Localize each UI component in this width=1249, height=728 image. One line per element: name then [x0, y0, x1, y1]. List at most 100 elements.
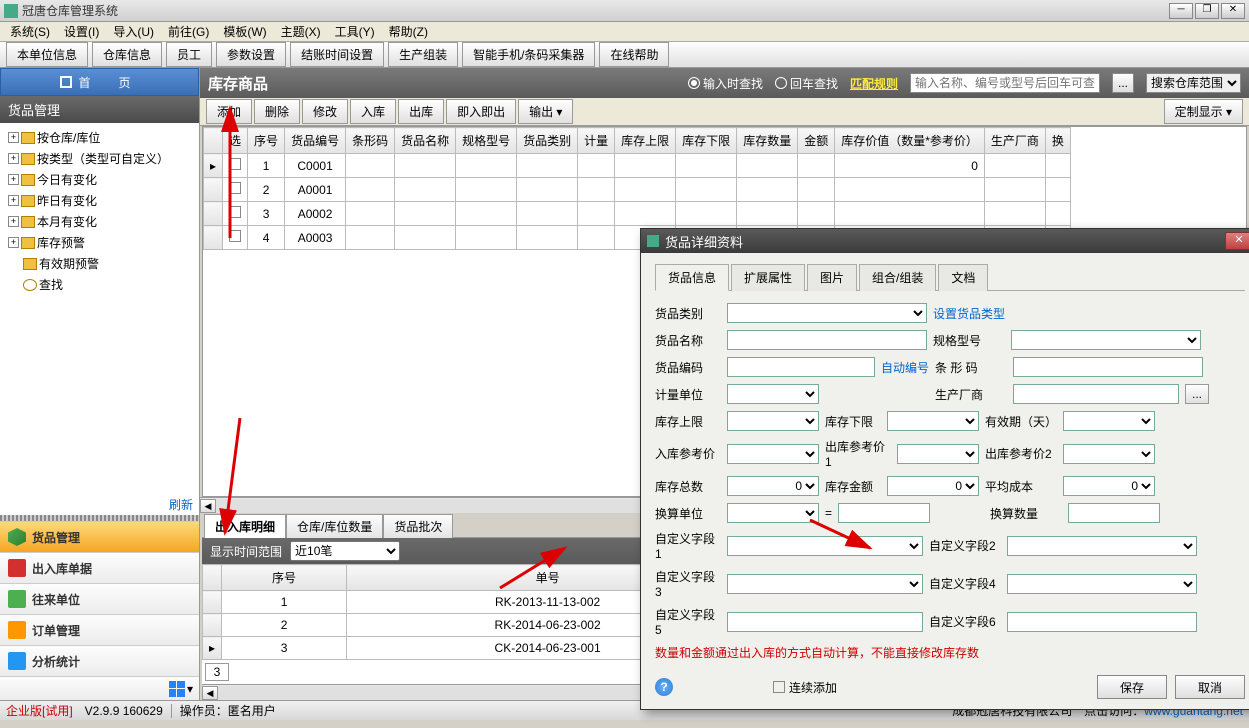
- col-header[interactable]: 货品名称: [395, 128, 456, 154]
- detail-tab[interactable]: 货品批次: [383, 514, 453, 538]
- col-header[interactable]: 库存上限: [615, 128, 676, 154]
- nav-truck[interactable]: 出入库单据: [0, 552, 199, 583]
- dialog-tab[interactable]: 扩展属性: [731, 264, 805, 291]
- nav-order[interactable]: 订单管理: [0, 614, 199, 645]
- dialog-titlebar[interactable]: 货品详细资料 ✕: [641, 229, 1249, 253]
- toolbar-button[interactable]: 参数设置: [216, 42, 286, 67]
- col-header[interactable]: 库存价值（数量*参考价）: [835, 128, 985, 154]
- col-header[interactable]: 货品编号: [285, 128, 346, 154]
- custom-display-button[interactable]: 定制显示 ▾: [1164, 99, 1243, 124]
- action-出库[interactable]: 出库: [398, 99, 444, 124]
- close-button[interactable]: ✕: [1221, 3, 1245, 19]
- menu-item[interactable]: 系统(S): [4, 21, 56, 42]
- col-header[interactable]: 换: [1045, 128, 1070, 154]
- nav-stats[interactable]: 分析统计: [0, 645, 199, 676]
- help-icon[interactable]: ?: [655, 678, 673, 696]
- dialog-tab[interactable]: 货品信息: [655, 264, 729, 291]
- page-indicator[interactable]: 3: [205, 663, 229, 681]
- col-header[interactable]: 货品类别: [517, 128, 578, 154]
- action-入库[interactable]: 入库: [350, 99, 396, 124]
- range-select[interactable]: 近10笔: [290, 541, 400, 561]
- save-button[interactable]: 保存: [1097, 675, 1167, 699]
- search-on-enter-radio[interactable]: 回车查找: [775, 75, 838, 92]
- category-select[interactable]: [727, 303, 927, 323]
- action-删除[interactable]: 删除: [254, 99, 300, 124]
- menu-item[interactable]: 主题(X): [275, 21, 327, 42]
- menu-item[interactable]: 帮助(Z): [383, 21, 434, 42]
- col-header[interactable]: 序号: [248, 128, 285, 154]
- col-header[interactable]: 生产厂商: [984, 128, 1045, 154]
- tree-item[interactable]: +昨日有变化: [4, 190, 195, 211]
- totalqty-select[interactable]: 0: [727, 476, 819, 496]
- scope-select[interactable]: 搜索仓库范围: [1146, 73, 1241, 93]
- maximize-button[interactable]: ❐: [1195, 3, 1219, 19]
- col-header[interactable]: 条形码: [346, 128, 395, 154]
- name-input[interactable]: [727, 330, 927, 350]
- custom4-select[interactable]: [1007, 574, 1197, 594]
- tree-item[interactable]: 查找: [4, 274, 195, 295]
- search-go-button[interactable]: ...: [1112, 73, 1134, 93]
- menu-item[interactable]: 工具(Y): [329, 21, 381, 42]
- search-input[interactable]: [910, 73, 1100, 93]
- cancel-button[interactable]: 取消: [1175, 675, 1245, 699]
- menu-item[interactable]: 设置(I): [58, 21, 105, 42]
- maker-input[interactable]: [1013, 384, 1179, 404]
- tree-item[interactable]: +本月有变化: [4, 211, 195, 232]
- tree-item[interactable]: +库存预警: [4, 232, 195, 253]
- custom3-select[interactable]: [727, 574, 923, 594]
- minimize-button[interactable]: ─: [1169, 3, 1193, 19]
- tree-item[interactable]: 有效期预警: [4, 253, 195, 274]
- dialog-tab[interactable]: 文档: [938, 264, 988, 291]
- convqty-input[interactable]: [1068, 503, 1160, 523]
- action-添加[interactable]: 添加: [206, 99, 252, 124]
- dialog-close-button[interactable]: ✕: [1225, 232, 1249, 250]
- toolbar-button[interactable]: 生产组装: [388, 42, 458, 67]
- col-header[interactable]: 计量: [578, 128, 615, 154]
- totalamt-select[interactable]: 0: [887, 476, 979, 496]
- menu-item[interactable]: 前往(G): [162, 21, 215, 42]
- col-header[interactable]: 金额: [798, 128, 835, 154]
- uplimit-select[interactable]: [727, 411, 819, 431]
- menu-item[interactable]: 模板(W): [217, 21, 272, 42]
- expiry-select[interactable]: [1063, 411, 1155, 431]
- tree-item[interactable]: +按仓库/库位: [4, 127, 195, 148]
- col-header[interactable]: [204, 128, 223, 154]
- toolbar-button[interactable]: 结账时间设置: [290, 42, 384, 67]
- menu-item[interactable]: 导入(U): [107, 21, 160, 42]
- detail-tab[interactable]: 仓库/库位数量: [286, 514, 383, 538]
- set-type-link[interactable]: 设置货品类型: [933, 305, 1005, 322]
- dialog-tab[interactable]: 组合/组装: [859, 264, 936, 291]
- auto-code-link[interactable]: 自动编号: [881, 359, 929, 376]
- dropdown-icon[interactable]: ▾: [187, 682, 193, 696]
- inprice-select[interactable]: [727, 444, 819, 464]
- tree-item[interactable]: +今日有变化: [4, 169, 195, 190]
- table-row[interactable]: ▸1C00010: [204, 154, 1071, 178]
- toolbar-button[interactable]: 仓库信息: [92, 42, 162, 67]
- match-rule-link[interactable]: 匹配规则: [850, 75, 898, 92]
- table-row[interactable]: 2A0001: [204, 178, 1071, 202]
- nav-cube[interactable]: 货品管理: [0, 521, 199, 552]
- grid-icon[interactable]: [169, 681, 185, 697]
- barcode-input[interactable]: [1013, 357, 1203, 377]
- action-修改[interactable]: 修改: [302, 99, 348, 124]
- convunit-select[interactable]: [727, 503, 819, 523]
- action-即入即出[interactable]: 即入即出: [446, 99, 516, 124]
- refresh-link[interactable]: 刷新: [169, 498, 193, 512]
- custom5-input[interactable]: [727, 612, 923, 632]
- detail-tab[interactable]: 出入库明细: [204, 514, 286, 538]
- toolbar-button[interactable]: 在线帮助: [599, 42, 669, 67]
- col-header[interactable]: 库存数量: [737, 128, 798, 154]
- home-tab[interactable]: 首 页: [0, 68, 199, 96]
- outprice2-select[interactable]: [1063, 444, 1155, 464]
- unit-select[interactable]: [727, 384, 819, 404]
- toolbar-button[interactable]: 员工: [166, 42, 212, 67]
- code-input[interactable]: [727, 357, 875, 377]
- avgcost-select[interactable]: 0: [1063, 476, 1155, 496]
- downlimit-select[interactable]: [887, 411, 979, 431]
- conv-value-input[interactable]: [838, 503, 930, 523]
- toolbar-button[interactable]: 本单位信息: [6, 42, 88, 67]
- continuous-checkbox[interactable]: [773, 681, 785, 693]
- spec-select[interactable]: [1011, 330, 1201, 350]
- dialog-tab[interactable]: 图片: [807, 264, 857, 291]
- custom6-input[interactable]: [1007, 612, 1197, 632]
